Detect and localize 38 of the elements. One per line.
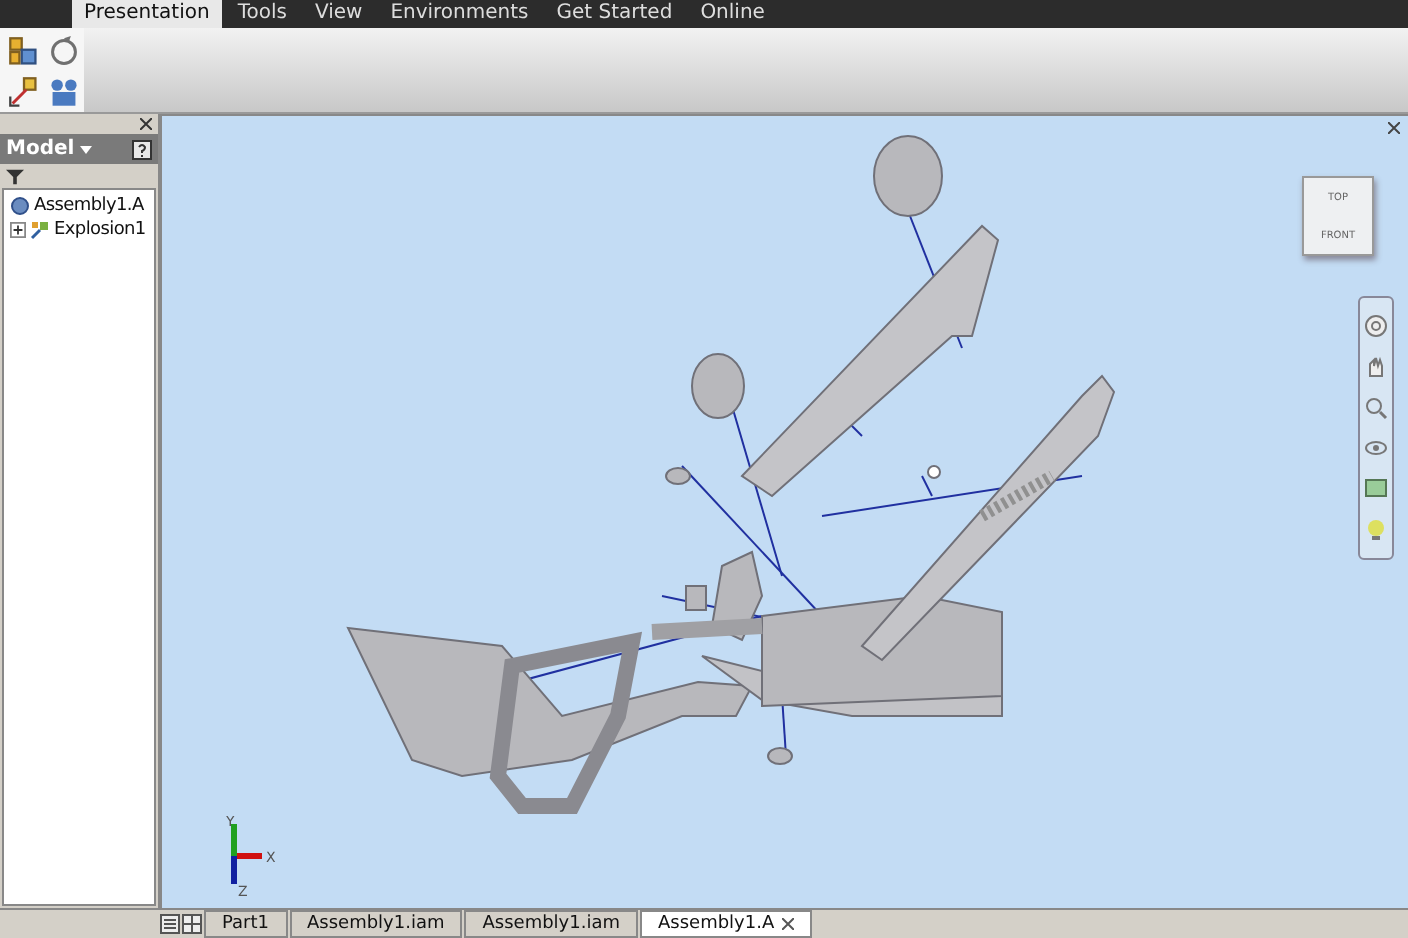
washer-part <box>665 467 691 485</box>
assembly-icon <box>10 196 30 216</box>
spring-part <box>979 470 1055 522</box>
menu-tab[interactable]: Presentation <box>72 0 222 28</box>
rod-part <box>651 618 763 640</box>
cylinder-part <box>873 135 943 217</box>
close-icon[interactable] <box>1388 122 1400 134</box>
tree-item[interactable]: Assembly1.A <box>34 196 144 216</box>
screw-part <box>927 465 941 479</box>
washer-part <box>767 747 793 765</box>
tree-item[interactable]: Explosion1 <box>54 220 146 240</box>
expand-icon[interactable] <box>10 222 26 238</box>
menu-tab[interactable]: View <box>302 0 375 28</box>
caret-icon[interactable] <box>80 145 93 153</box>
orbit-icon[interactable] <box>1364 436 1388 461</box>
explosion-icon <box>30 220 50 240</box>
menu-tab[interactable]: Tools <box>225 0 299 28</box>
blocks-icon[interactable] <box>8 36 40 68</box>
bushing-part <box>691 353 745 419</box>
document-tab[interactable]: Assembly1.iam <box>464 910 638 938</box>
document-tab[interactable]: Assembly1.iam <box>289 910 463 938</box>
zoom-icon[interactable] <box>1364 395 1388 420</box>
document-tab[interactable]: Assembly1.A <box>640 910 813 938</box>
pin-part <box>685 585 707 611</box>
help-icon[interactable] <box>132 139 152 159</box>
document-tab[interactable]: Part1 <box>204 910 287 938</box>
close-icon[interactable] <box>140 118 152 130</box>
list-icon[interactable] <box>160 914 180 934</box>
menu-tab[interactable]: Environments <box>378 0 541 28</box>
hand-icon[interactable] <box>1364 354 1388 379</box>
steering-wheel-icon[interactable] <box>1364 314 1388 339</box>
close-icon[interactable] <box>782 918 795 930</box>
tile-icon[interactable] <box>182 914 202 934</box>
menu-tab[interactable]: Get Started <box>544 0 685 28</box>
hinge-block <box>710 550 764 642</box>
menu-tab[interactable]: Online <box>688 0 777 28</box>
rotate-icon[interactable] <box>48 36 80 68</box>
bulb-icon[interactable] <box>1364 517 1388 542</box>
